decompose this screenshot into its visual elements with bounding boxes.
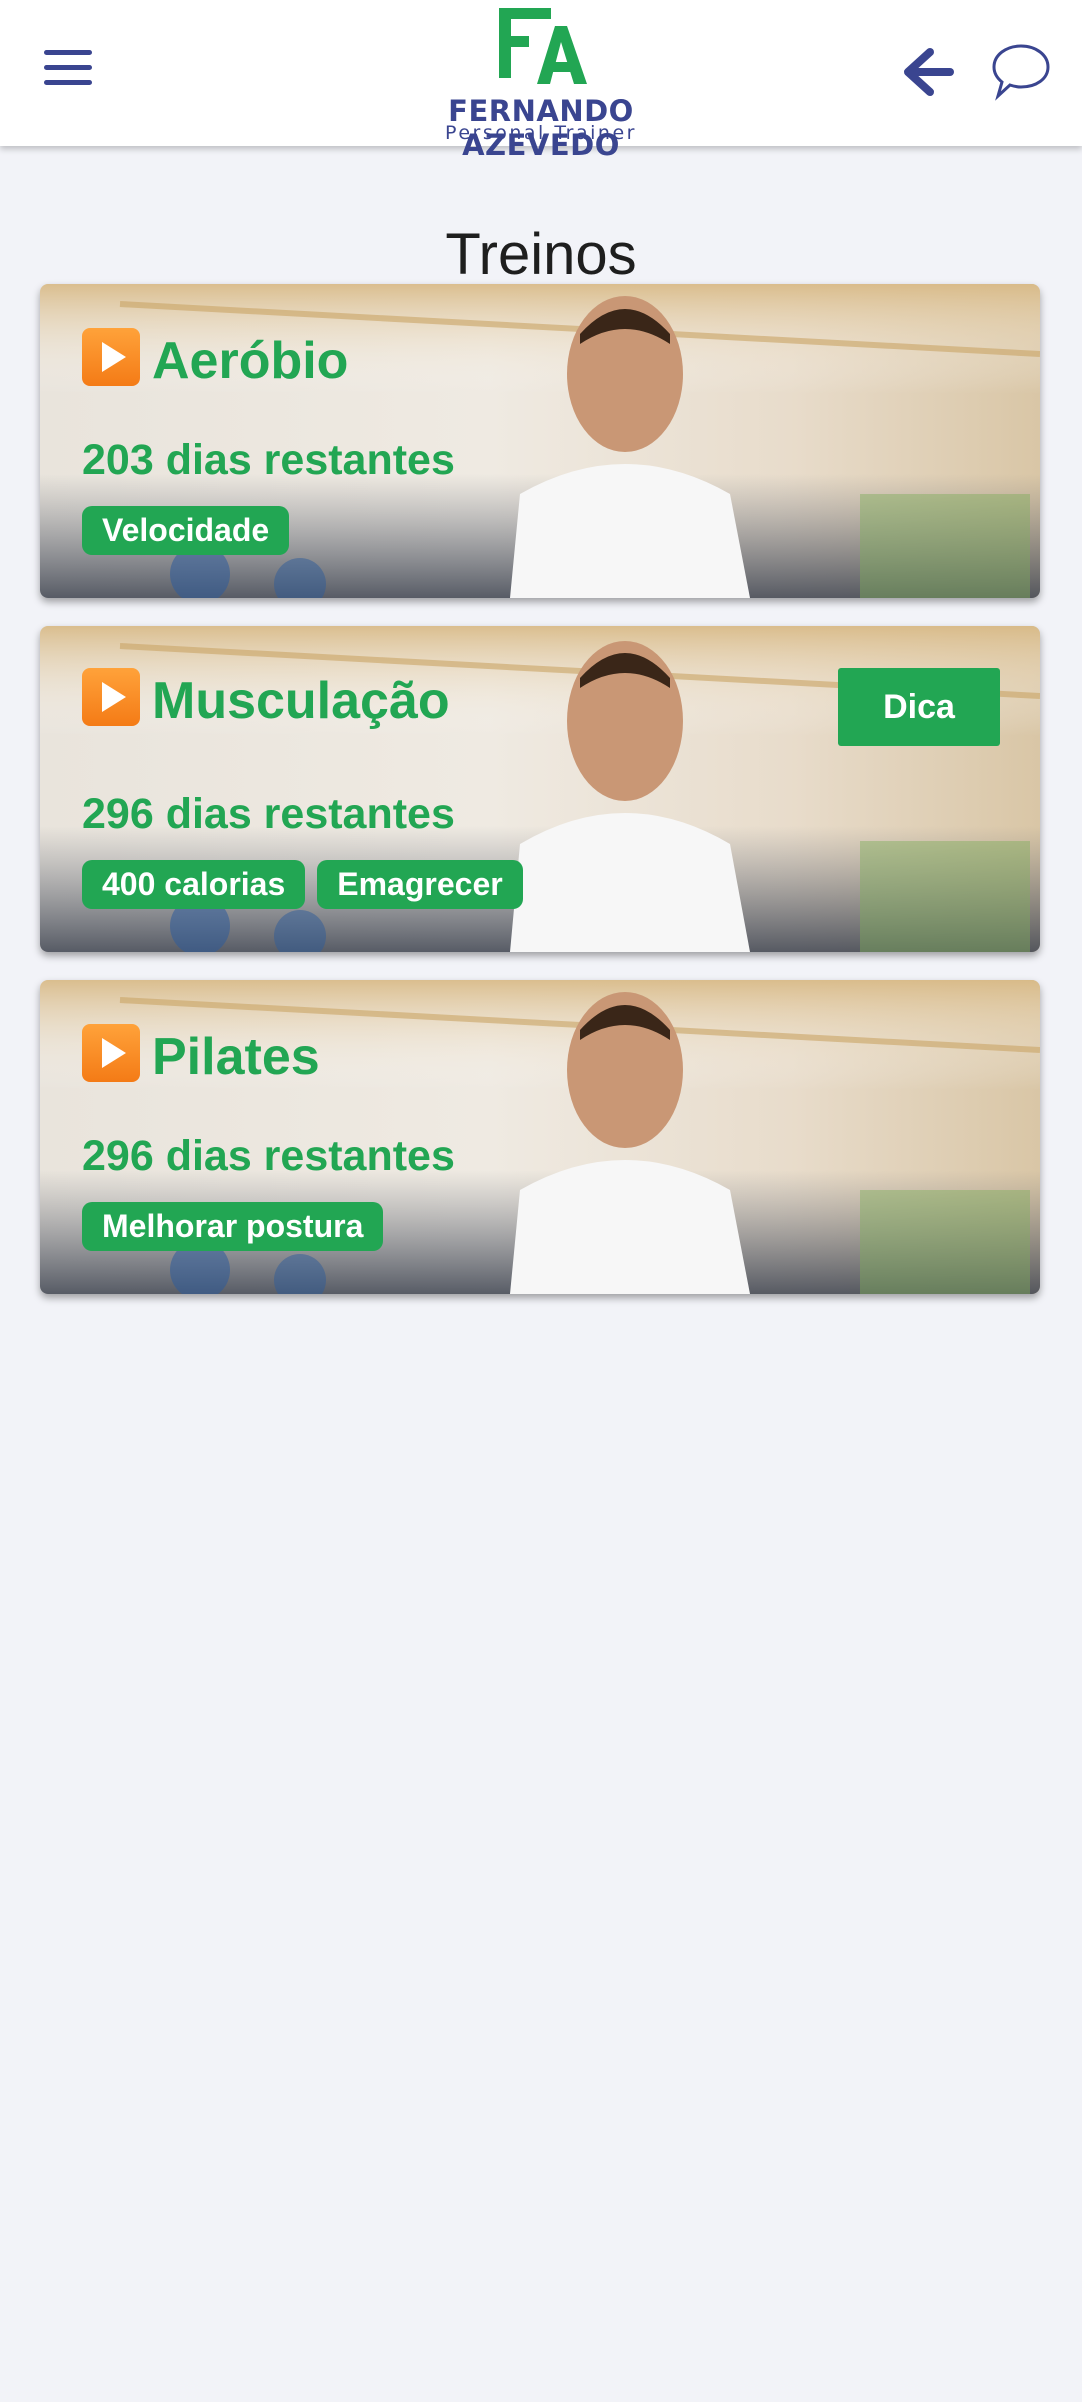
brand-logo[interactable]: FERNANDO AZEVEDO Personal Trainer — [388, 6, 694, 162]
workout-title: Pilates — [152, 1028, 320, 1086]
app-header: FERNANDO AZEVEDO Personal Trainer — [0, 0, 1082, 162]
tag-list: 400 calorias Emagrecer — [82, 860, 523, 909]
workout-title-row: Pilates — [82, 1024, 320, 1087]
tip-button[interactable]: Dica — [838, 668, 1000, 746]
workout-title-row: Musculação — [82, 668, 450, 731]
days-remaining: 296 dias restantes — [82, 790, 455, 838]
workout-card-musculacao[interactable]: Musculação Dica 296 dias restantes 400 c… — [40, 626, 1040, 952]
tag-list: Velocidade — [82, 506, 290, 555]
brand-subtitle: Personal Trainer — [445, 122, 637, 144]
tag-badge: Velocidade — [82, 506, 290, 555]
back-arrow-icon[interactable] — [900, 46, 956, 98]
hamburger-menu-icon[interactable] — [44, 50, 96, 92]
play-button-icon — [82, 668, 140, 726]
tag-badge: Emagrecer — [317, 860, 523, 909]
tag-badge: Melhorar postura — [82, 1202, 384, 1251]
fa-logo-mark-icon — [499, 8, 587, 84]
days-remaining: 203 dias restantes — [82, 436, 455, 484]
workout-title-row: Aeróbio — [82, 328, 348, 391]
workout-title: Musculação — [152, 672, 450, 730]
chat-bubble-icon[interactable] — [990, 40, 1052, 102]
tag-list: Melhorar postura — [82, 1202, 384, 1251]
workout-title: Aeróbio — [152, 332, 349, 390]
page-title: Treinos — [445, 221, 637, 287]
days-remaining: 296 dias restantes — [82, 1132, 455, 1180]
tag-badge: 400 calorias — [82, 860, 306, 909]
workout-card-aerobio[interactable]: Aeróbio 203 dias restantes Velocidade — [40, 284, 1040, 598]
play-button-icon — [82, 328, 140, 386]
play-button-icon — [82, 1024, 140, 1082]
workout-card-pilates[interactable]: Pilates 296 dias restantes Melhorar post… — [40, 980, 1040, 1294]
